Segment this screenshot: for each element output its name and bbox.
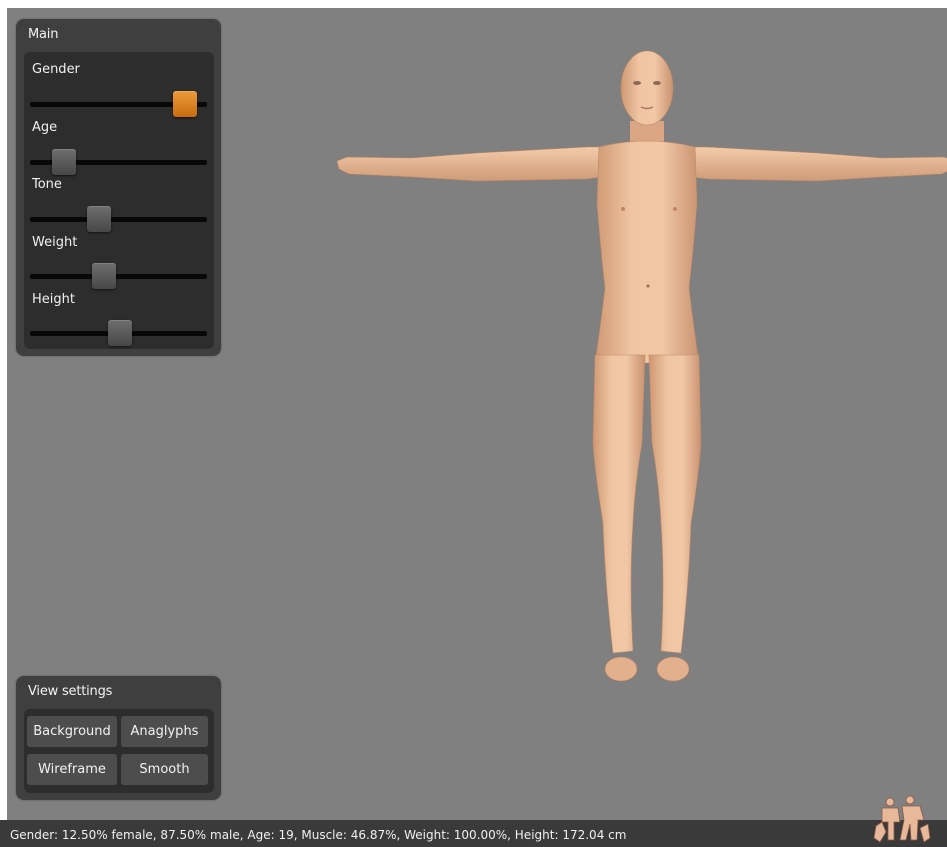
main-sliders-group: Gender Age Tone Weight Height (24, 52, 214, 349)
makehuman-logo-icon (873, 795, 931, 843)
wireframe-button[interactable]: Wireframe (27, 754, 117, 785)
tone-slider-label: Tone (32, 177, 62, 192)
main-panel-title: Main (28, 27, 59, 42)
human-model[interactable] (337, 43, 947, 688)
view-settings-panel: View settings Background Anaglyphs Wiref… (16, 676, 221, 800)
view-buttons-group: Background Anaglyphs Wireframe Smooth (24, 709, 214, 793)
status-bar: Gender: 12.50% female, 87.50% male, Age:… (0, 820, 947, 847)
tone-slider-thumb[interactable] (87, 206, 112, 232)
age-slider-thumb[interactable] (51, 149, 76, 175)
gender-slider-thumb[interactable] (172, 91, 197, 117)
background-button[interactable]: Background (27, 716, 117, 747)
view-settings-title: View settings (28, 684, 113, 699)
smooth-button[interactable]: Smooth (121, 754, 208, 785)
weight-slider-label: Weight (32, 235, 78, 250)
gender-slider-label: Gender (32, 62, 80, 77)
height-slider-label: Height (32, 292, 75, 307)
weight-slider-thumb[interactable] (92, 263, 117, 289)
tone-slider-track[interactable] (30, 217, 207, 222)
weight-slider-track[interactable] (30, 274, 207, 279)
status-text: Gender: 12.50% female, 87.50% male, Age:… (10, 828, 627, 842)
3d-viewport[interactable]: Main Gender Age Tone Weight Height View … (7, 8, 947, 820)
height-slider-thumb[interactable] (108, 320, 133, 346)
anaglyphs-button[interactable]: Anaglyphs (121, 716, 208, 747)
makehuman-window: Main Gender Age Tone Weight Height View … (0, 0, 947, 847)
main-panel: Main Gender Age Tone Weight Height (16, 19, 221, 356)
age-slider-label: Age (32, 120, 58, 135)
